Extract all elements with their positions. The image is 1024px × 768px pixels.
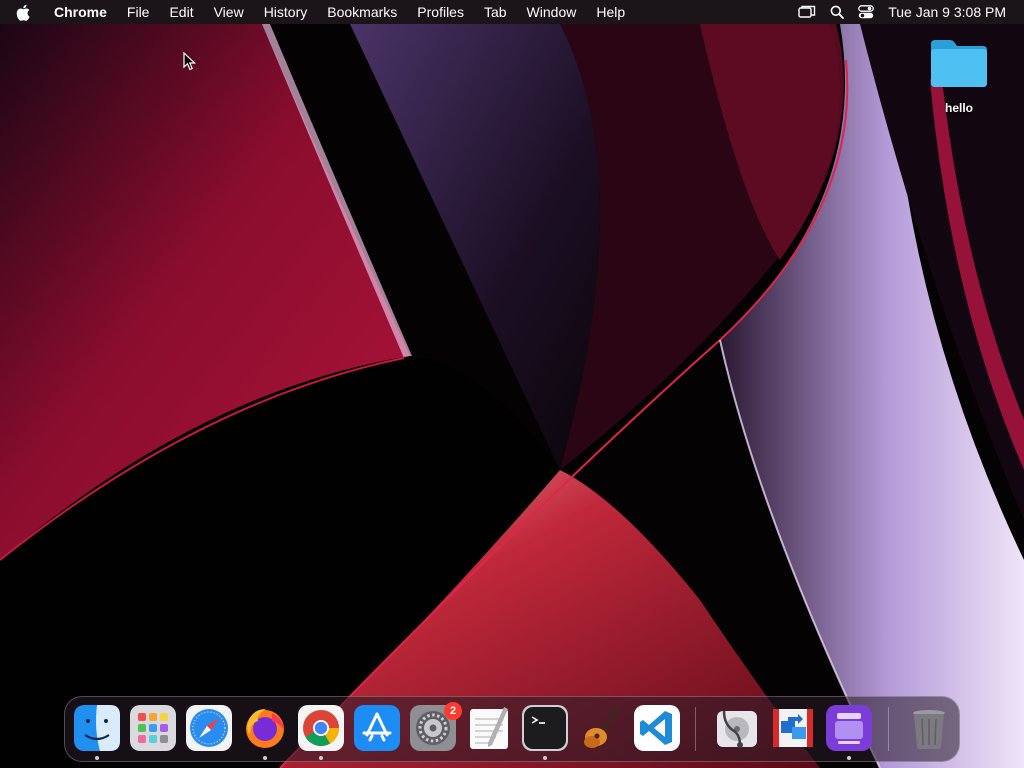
finder-icon: [74, 705, 120, 751]
menu-window[interactable]: Window: [517, 0, 587, 24]
mouse-pointer-icon: [183, 51, 197, 77]
menu-file[interactable]: File: [117, 0, 160, 24]
menu-history[interactable]: History: [254, 0, 318, 24]
dock-app-garageband[interactable]: [578, 705, 624, 751]
chrome-icon: [298, 705, 344, 751]
menu-bar-status-area: Tue Jan 9 3:08 PM: [798, 0, 1006, 24]
dock-app-safari[interactable]: [186, 705, 232, 751]
dock-app-chrome[interactable]: [298, 705, 344, 751]
launchpad-icon: [130, 705, 176, 751]
running-indicator: [543, 756, 547, 760]
dock-app-disk-utility[interactable]: [714, 705, 760, 751]
desktop-folder-hello[interactable]: hello: [922, 36, 996, 115]
running-indicator: [319, 756, 323, 760]
menu-app-name[interactable]: Chrome: [52, 0, 117, 24]
menu-edit[interactable]: Edit: [159, 0, 203, 24]
textedit-icon: [466, 705, 512, 751]
disk-utility-icon: [714, 705, 760, 751]
menu-bar: Chrome File Edit View History Bookmarks …: [0, 0, 1024, 24]
folder-label: hello: [944, 101, 973, 115]
dock-separator: [695, 707, 696, 751]
running-indicator: [847, 756, 851, 760]
notification-badge: 2: [444, 702, 462, 720]
dock-app-migration-assistant[interactable]: [770, 705, 816, 751]
menu-help[interactable]: Help: [586, 0, 635, 24]
dock-app-terminal[interactable]: [522, 705, 568, 751]
dock-app-app-store[interactable]: [354, 705, 400, 751]
trash-icon: [906, 705, 952, 751]
running-indicator: [95, 756, 99, 760]
dock-app-system-settings[interactable]: 2: [410, 702, 462, 751]
menu-tab[interactable]: Tab: [474, 0, 517, 24]
folder-icon: [928, 40, 990, 94]
spotlight-search-icon[interactable]: [830, 5, 845, 19]
dock-app-vscode[interactable]: [634, 705, 680, 751]
garageband-icon: [578, 705, 624, 751]
dock-app-finder[interactable]: [74, 705, 120, 751]
menu-view[interactable]: View: [204, 0, 254, 24]
menu-profiles[interactable]: Profiles: [407, 0, 474, 24]
dock-separator: [888, 707, 889, 751]
vscode-icon: [634, 705, 680, 751]
dock-app-textedit[interactable]: [466, 705, 512, 751]
simulator-icon: [826, 705, 872, 751]
menu-bookmarks[interactable]: Bookmarks: [317, 0, 407, 24]
screen-mirroring-icon[interactable]: [798, 5, 816, 19]
control-center-icon[interactable]: [858, 5, 875, 19]
terminal-icon: [522, 705, 568, 751]
menu-bar-clock[interactable]: Tue Jan 9 3:08 PM: [888, 4, 1006, 20]
dock-app-launchpad[interactable]: [130, 705, 176, 751]
dock-app-firefox[interactable]: [242, 705, 288, 751]
safari-icon: [186, 705, 232, 751]
desktop-wallpaper: [0, 0, 1024, 768]
firefox-icon: [242, 705, 288, 751]
dock-app-trash[interactable]: [906, 705, 952, 751]
dock-app-simulator[interactable]: [826, 705, 872, 751]
migration-assistant-icon: [770, 705, 816, 751]
running-indicator: [263, 756, 267, 760]
apple-menu-icon[interactable]: [16, 0, 36, 24]
app-store-icon: [354, 705, 400, 751]
dock: 2: [64, 696, 960, 762]
